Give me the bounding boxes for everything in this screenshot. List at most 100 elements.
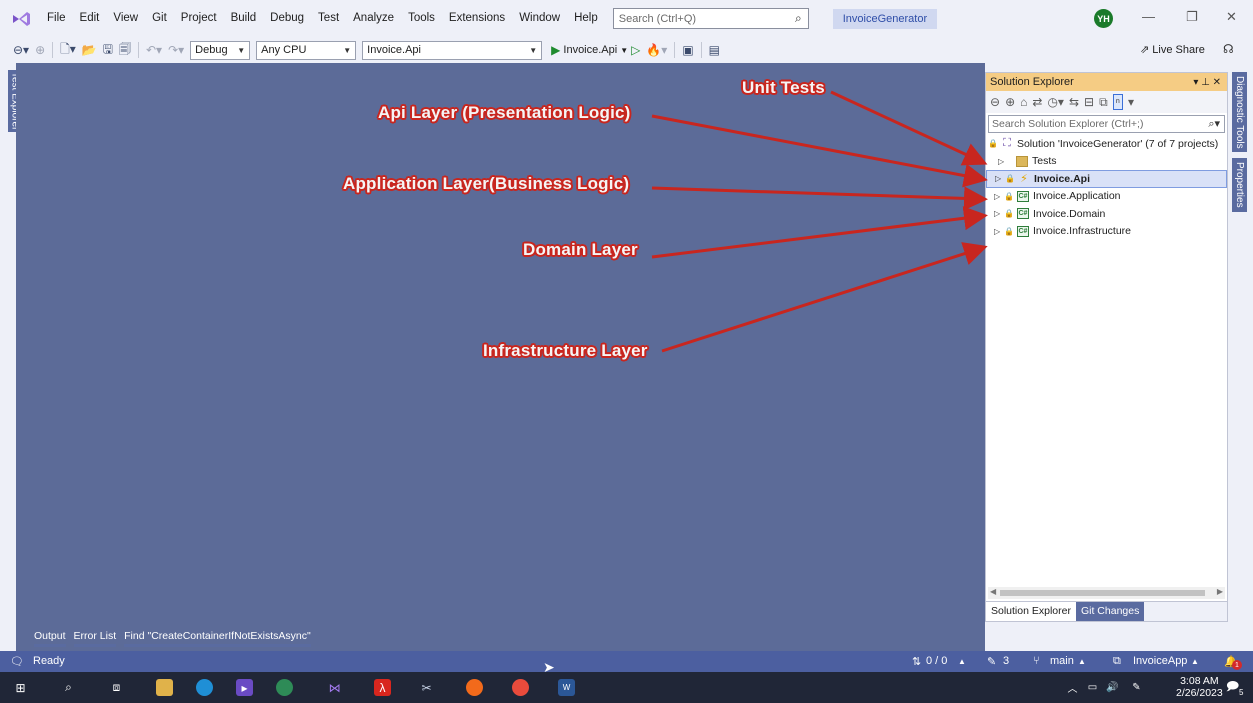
system-clock[interactable]: 3:08 AM 2/26/2023 xyxy=(1176,675,1223,699)
collapse-all-icon[interactable]: ⊟ xyxy=(1084,95,1094,109)
minimize-icon[interactable]: — xyxy=(1142,9,1155,24)
repo-name[interactable]: InvoiceApp xyxy=(1133,655,1187,667)
menu-project[interactable]: Project xyxy=(174,0,224,37)
tab-solution-explorer[interactable]: Solution Explorer xyxy=(986,602,1076,621)
menu-build[interactable]: Build xyxy=(224,0,264,37)
tab-error-list[interactable]: Error List xyxy=(70,630,121,647)
tree-item-invoice-infrastructure[interactable]: ▷ 🔒 C# Invoice.Infrastructure xyxy=(986,223,1227,241)
menu-file[interactable]: File xyxy=(40,0,73,37)
volume-icon[interactable]: 🔊 xyxy=(1104,679,1121,696)
tab-find-results[interactable]: Find "CreateContainerIfNotExistsAsync" xyxy=(120,630,315,647)
new-project-icon[interactable]: 🗋▾ xyxy=(60,40,76,61)
search-icon[interactable]: ⌕ xyxy=(60,679,77,696)
lock-icon: 🔒 xyxy=(1005,174,1015,184)
task-view-icon[interactable]: ⧈ xyxy=(108,679,125,696)
errors-count[interactable]: 0 / 0 xyxy=(926,655,947,667)
redo-icon[interactable]: ↷▾ xyxy=(168,43,184,57)
acrobat-icon[interactable]: λ xyxy=(374,679,391,696)
expand-icon[interactable]: ▷ xyxy=(994,209,1004,218)
solution-explorer-toolbar: ⊖ ⊕ ⌂ ⇄ ◷▾ ⇆ ⊟ ⧉ ⁿ ▾ xyxy=(986,91,1227,113)
expand-icon[interactable]: ▷ xyxy=(994,227,1004,236)
open-folder-icon[interactable]: 📂 xyxy=(82,43,97,57)
show-hidden-icons-icon[interactable]: ︿ xyxy=(1064,679,1081,696)
horizontal-scrollbar[interactable]: ◀ ▶ xyxy=(988,587,1225,599)
save-icon[interactable]: 🖫 xyxy=(103,40,113,61)
save-all-icon[interactable]: 🗐 xyxy=(119,40,131,61)
startup-project-select[interactable]: Invoice.Api ▼ xyxy=(362,40,543,60)
menu-edit[interactable]: Edit xyxy=(73,0,107,37)
back-icon[interactable]: ⊖▾ xyxy=(13,43,29,57)
home-icon[interactable]: ⌂ xyxy=(1020,95,1027,109)
menu-view[interactable]: View xyxy=(106,0,145,37)
live-share-button[interactable]: ⇗ Live Share xyxy=(1140,43,1205,56)
network-icon[interactable]: ▭ xyxy=(1084,679,1101,696)
tree-item-solution[interactable]: 🔒 ⛶ Solution 'InvoiceGenerator' (7 of 7 … xyxy=(986,135,1227,153)
menu-window[interactable]: Window xyxy=(512,0,567,37)
changes-count[interactable]: 3 xyxy=(1003,655,1009,667)
tree-item-label: Invoice.Infrastructure xyxy=(1032,225,1132,238)
browser-link-icon[interactable]: ▣ xyxy=(682,43,693,57)
chevron-down-icon[interactable]: ▾ xyxy=(1128,95,1134,109)
tab-output[interactable]: Output xyxy=(30,630,70,647)
forward-icon[interactable]: ⊕ xyxy=(1005,95,1015,109)
tree-item-invoice-application[interactable]: ▷ 🔒 C# Invoice.Application xyxy=(986,188,1227,206)
configuration-select[interactable]: Debug ▼ xyxy=(190,40,251,60)
show-all-files-icon[interactable]: ⧉ xyxy=(1099,95,1108,110)
back-icon[interactable]: ⊖ xyxy=(990,95,1000,109)
pending-changes-filter-icon[interactable]: ◷▾ xyxy=(1047,95,1064,109)
feedback-icon[interactable]: ☊ xyxy=(1223,42,1234,56)
layout-icon[interactable]: ▤ xyxy=(709,43,720,57)
output-icon[interactable]: 🗨 xyxy=(10,655,24,668)
user-avatar[interactable]: YH xyxy=(1094,9,1113,28)
snipping-tool-icon[interactable]: ✂ xyxy=(418,679,435,696)
postman-icon[interactable] xyxy=(466,679,483,696)
panel-window-buttons[interactable]: ▾ ⊥ ✕ xyxy=(1193,77,1221,88)
start-without-debugging-icon[interactable]: ▷ xyxy=(631,43,640,57)
properties-tab[interactable]: Properties xyxy=(1232,158,1247,212)
scroll-right-icon[interactable]: ▶ xyxy=(1217,587,1223,596)
scroll-left-icon[interactable]: ◀ xyxy=(990,587,996,596)
solution-search-input[interactable]: Search Solution Explorer (Ctrl+;) ⌕▾ xyxy=(988,115,1225,133)
close-icon[interactable]: ✕ xyxy=(1226,9,1237,25)
global-search-input[interactable]: Search (Ctrl+Q) ⌕ xyxy=(612,8,809,29)
tab-git-changes[interactable]: Git Changes xyxy=(1075,602,1145,621)
menu-git[interactable]: Git xyxy=(145,0,174,37)
menu-help[interactable]: Help xyxy=(567,0,605,37)
menu-analyze[interactable]: Analyze xyxy=(346,0,401,37)
visual-studio-code-icon[interactable]: ▸ xyxy=(236,679,253,696)
bottom-tool-tabs: Output Error List Find "CreateContainerI… xyxy=(16,626,315,647)
tree-item-invoice-api[interactable]: ▷ 🔒 ⚡ Invoice.Api xyxy=(986,170,1227,188)
tree-item-tests[interactable]: ▷ Tests xyxy=(986,153,1227,171)
forward-icon[interactable]: ⊕ xyxy=(35,43,45,57)
toolbar-separator xyxy=(674,42,676,58)
visual-studio-icon[interactable]: ⋈ xyxy=(326,679,343,696)
expand-icon[interactable]: ▷ xyxy=(994,192,1004,201)
chrome-icon[interactable] xyxy=(276,679,293,696)
tree-item-label: Invoice.Domain xyxy=(1032,207,1106,220)
restore-icon[interactable]: ❐ xyxy=(1186,9,1198,25)
properties-icon[interactable]: ⁿ xyxy=(1112,94,1124,110)
menu-test[interactable]: Test xyxy=(311,0,346,37)
diagnostic-tools-tab[interactable]: Diagnostic Tools xyxy=(1232,72,1247,152)
chrome-canary-icon[interactable] xyxy=(512,679,529,696)
hot-reload-icon[interactable]: 🔥▾ xyxy=(646,43,667,57)
pen-icon[interactable]: ✎ xyxy=(1128,679,1145,696)
sync-icon[interactable]: ⇆ xyxy=(1069,95,1079,109)
annotation-domain-layer: Domain Layer xyxy=(523,240,638,259)
file-explorer-icon[interactable] xyxy=(156,679,173,696)
edge-browser-icon[interactable] xyxy=(196,679,213,696)
menu-tools[interactable]: Tools xyxy=(401,0,442,37)
start-debugging-button[interactable]: ▶ Invoice.Api ▼ xyxy=(551,43,628,57)
switch-views-icon[interactable]: ⇄ xyxy=(1032,95,1042,109)
menu-extensions[interactable]: Extensions xyxy=(442,0,512,37)
scrollbar-thumb[interactable] xyxy=(1000,590,1205,596)
branch-name[interactable]: main xyxy=(1050,655,1074,667)
undo-icon[interactable]: ↶▾ xyxy=(146,43,162,57)
platform-select[interactable]: Any CPU ▼ xyxy=(256,40,357,60)
expand-icon[interactable]: ▷ xyxy=(998,157,1008,166)
windows-start-icon[interactable]: ⊞ xyxy=(12,679,29,696)
menu-debug[interactable]: Debug xyxy=(263,0,311,37)
tree-item-invoice-domain[interactable]: ▷ 🔒 C# Invoice.Domain xyxy=(986,205,1227,223)
expand-icon[interactable]: ▷ xyxy=(995,174,1005,183)
word-icon[interactable]: W xyxy=(558,679,575,696)
